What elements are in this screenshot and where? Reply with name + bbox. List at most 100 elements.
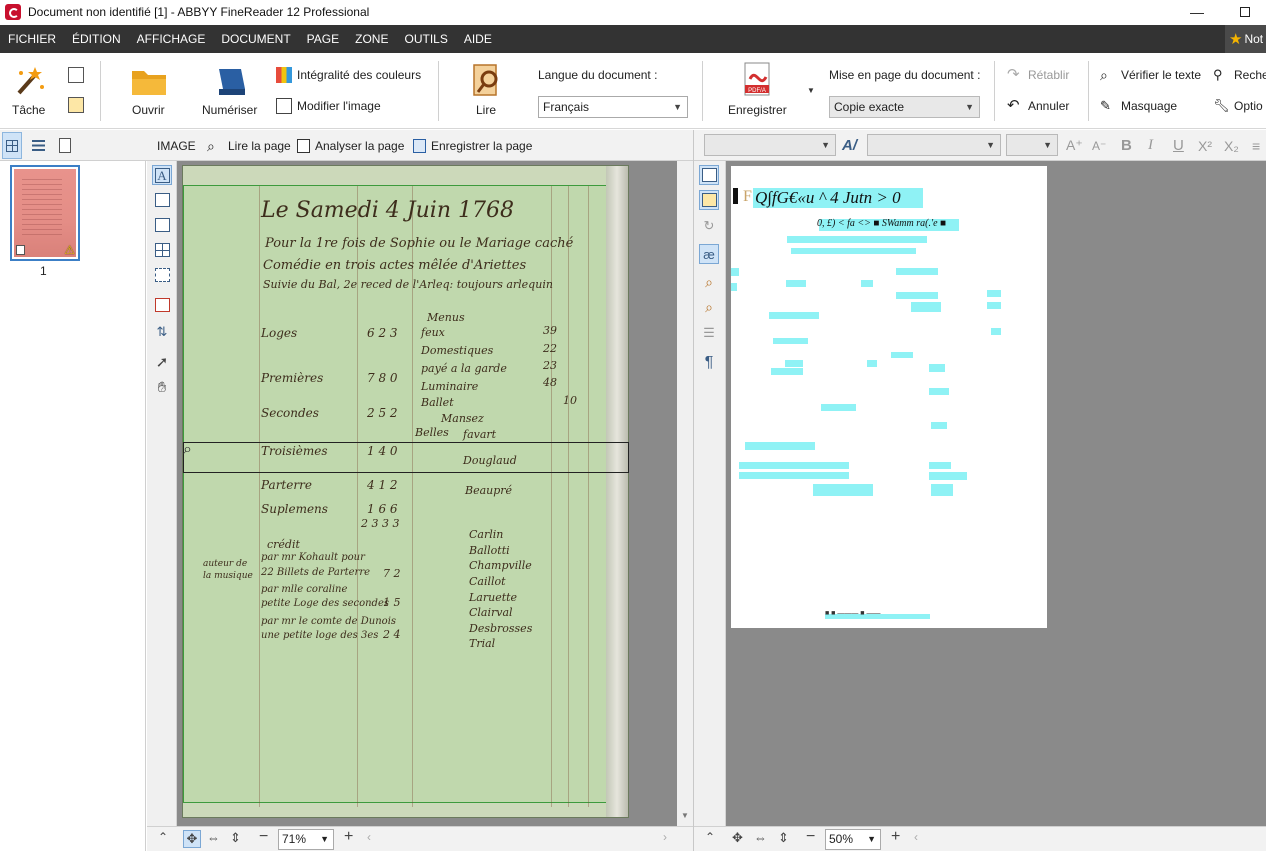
recognized-text-page[interactable]: F Q∫fG€«u ^ 4 Jutn > 0 0, £) < fa <> ■ S…: [731, 166, 1047, 628]
draw-table-zone-tool[interactable]: [152, 240, 172, 260]
show-page-tool[interactable]: [699, 190, 719, 210]
new-doc-icon[interactable]: [68, 67, 84, 83]
superscript-button[interactable]: X²: [1198, 130, 1212, 161]
scroll-left-icon[interactable]: ‹: [914, 830, 918, 844]
underline-button[interactable]: U: [1173, 130, 1184, 161]
full-color-button[interactable]: Intégralité des couleurs: [276, 67, 421, 83]
search-button[interactable]: ⚲ Reche: [1213, 67, 1266, 83]
uncertain-text-highlight: [987, 302, 1001, 309]
zoom-out-icon[interactable]: −: [259, 828, 268, 846]
read-button[interactable]: Lire: [466, 63, 506, 123]
open-doc-small-icon[interactable]: [68, 97, 84, 113]
subscript-button[interactable]: X₂: [1224, 130, 1239, 161]
pan-tool[interactable]: ✋︎: [152, 377, 172, 397]
magnifier-cursor-icon: ⌕: [183, 441, 192, 458]
task-button[interactable]: Tâche: [8, 63, 50, 123]
maximize-button[interactable]: [1222, 0, 1266, 24]
language-dropdown[interactable]: Français ▼: [538, 96, 688, 118]
fit-width-icon[interactable]: ⇔: [754, 830, 767, 845]
handwritten-line: Luminaire: [421, 380, 479, 393]
layout-dropdown[interactable]: Copie exacte ▼: [829, 96, 980, 118]
menu-zone[interactable]: ZONE: [347, 25, 396, 53]
menu-page[interactable]: PAGE: [299, 25, 347, 53]
page-properties-button[interactable]: [55, 130, 75, 161]
details-view-button[interactable]: [28, 130, 48, 161]
ribbon-separator: [702, 61, 703, 121]
wrench-icon: 🔧︎: [1213, 98, 1230, 113]
underline-icon: U: [1173, 137, 1184, 154]
collapse-up-icon[interactable]: ⌃: [158, 830, 168, 844]
save-button[interactable]: PDF/A Enregistrer: [726, 61, 788, 123]
zoom-in-icon[interactable]: +: [344, 828, 353, 846]
analyze-page-button[interactable]: Analyser la page: [297, 130, 404, 161]
read-document-icon: [473, 64, 498, 96]
menu-document[interactable]: DOCUMENT: [213, 25, 298, 53]
pilcrow-tool[interactable]: ¶: [699, 353, 719, 373]
menu-edition[interactable]: ÉDITION: [64, 25, 129, 53]
delete-zone-tool[interactable]: [152, 295, 172, 315]
text-zoom-dropdown[interactable]: 50% ▼: [825, 829, 881, 850]
image-zoom-dropdown[interactable]: 71% ▼: [278, 829, 334, 850]
menu-outils[interactable]: OUTILS: [396, 25, 455, 53]
select-tool[interactable]: ➚: [152, 352, 172, 372]
refresh-tool[interactable]: ↻: [699, 216, 719, 236]
read-page-button[interactable]: ⌕ Lire la page: [207, 130, 291, 161]
page-thumbnail[interactable]: ⚠: [10, 165, 80, 261]
undo-button[interactable]: ↶ Annuler: [1007, 98, 1069, 114]
scroll-left-icon[interactable]: ‹: [367, 830, 371, 844]
save-dropdown-arrow-icon[interactable]: ▼: [807, 86, 815, 95]
redo-button[interactable]: ↷ Rétablir: [1007, 67, 1069, 83]
menu-affichage[interactable]: AFFICHAGE: [129, 25, 214, 53]
bold-button[interactable]: B: [1121, 130, 1132, 161]
notifications-button[interactable]: ★ Not: [1225, 25, 1266, 53]
read-label: Lire: [476, 103, 497, 117]
menu-aide[interactable]: AIDE: [456, 25, 500, 53]
fit-page-icon[interactable]: ✥: [732, 830, 743, 846]
edit-image-button[interactable]: Modifier l'image: [276, 98, 381, 114]
style-editor-button[interactable]: A/: [842, 130, 857, 161]
handwritten-line: Parterre: [261, 478, 312, 492]
redo-icon: ↷: [1007, 66, 1020, 83]
mask-button[interactable]: ✎ Masquage: [1100, 98, 1177, 114]
verify-tool[interactable]: ⌕: [699, 272, 719, 292]
fit-height-icon[interactable]: ⇕: [230, 830, 241, 846]
menu-fichier[interactable]: FICHIER: [0, 25, 64, 53]
style-dropdown[interactable]: ▼: [704, 134, 836, 156]
italic-button[interactable]: I: [1148, 130, 1153, 161]
zoom-out-icon[interactable]: −: [806, 828, 815, 846]
zoom-in-icon[interactable]: +: [891, 828, 900, 846]
thumbnail-view-button[interactable]: [2, 132, 22, 159]
draw-mixed-zone-tool[interactable]: [152, 215, 172, 235]
open-button[interactable]: Ouvrir: [126, 63, 172, 123]
font-dropdown[interactable]: ▼: [867, 134, 1001, 156]
fit-height-icon[interactable]: ⇕: [778, 830, 789, 846]
verify-text-button[interactable]: ⌕ Vérifier le texte: [1100, 67, 1201, 83]
collapse-up-icon[interactable]: ⌃: [705, 830, 715, 844]
increase-font-button[interactable]: A⁺: [1066, 130, 1083, 161]
draw-picture-zone-tool[interactable]: [152, 190, 172, 210]
handwritten-line: favart: [463, 428, 497, 441]
highlight-uncertain-tool[interactable]: æ: [699, 244, 719, 264]
scroll-right-icon[interactable]: ›: [663, 830, 667, 844]
scroll-down-icon[interactable]: ▼: [681, 811, 689, 820]
minimize-button[interactable]: —: [1174, 0, 1220, 24]
show-formatting-tool[interactable]: [699, 165, 719, 185]
spellcheck-tool[interactable]: ☰: [699, 323, 719, 343]
image-vertical-scrollbar[interactable]: ▼: [677, 161, 693, 826]
fit-page-icon[interactable]: ✥: [183, 830, 201, 848]
font-size-dropdown[interactable]: ▼: [1006, 134, 1058, 156]
save-page-button[interactable]: Enregistrer la page: [413, 130, 532, 161]
scan-button[interactable]: Numériser: [202, 63, 260, 123]
decrease-font-button[interactable]: A⁻: [1092, 130, 1106, 161]
draw-background-zone-tool[interactable]: [152, 265, 172, 285]
image-zoom-value: 71%: [282, 832, 307, 846]
options-button[interactable]: 🔧︎ Optio: [1213, 98, 1263, 114]
page-binding: [606, 166, 628, 817]
order-zones-tool[interactable]: ⇅: [152, 322, 172, 342]
find-tool[interactable]: ⌕: [699, 297, 719, 317]
document-image[interactable]: Le Samedi 4 Juin 1768 Pour la 1re fois d…: [182, 165, 629, 818]
align-button[interactable]: ≡: [1252, 130, 1260, 161]
verify-search-icon: ⌕: [1100, 67, 1108, 83]
draw-text-zone-tool[interactable]: A: [152, 165, 172, 185]
fit-width-icon[interactable]: ⇔: [207, 830, 220, 845]
